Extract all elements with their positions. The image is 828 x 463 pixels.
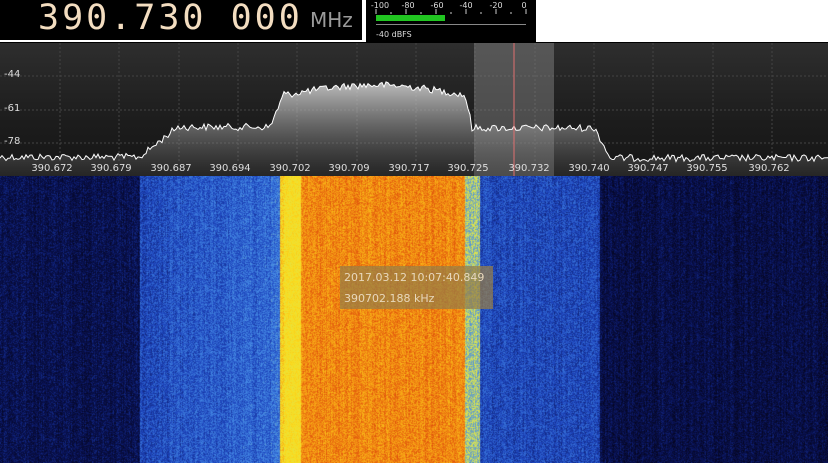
db-label: -61 — [4, 103, 21, 114]
freq-label: 390.672 — [31, 163, 73, 174]
freq-label: 390.732 — [508, 163, 550, 174]
freq-label: 390.694 — [209, 163, 251, 174]
signal-level-bar — [376, 15, 445, 21]
spectrum-graph — [0, 43, 828, 176]
db-label: -78 — [4, 136, 21, 147]
freq-label: 390.762 — [748, 163, 790, 174]
db-label: -44 — [4, 69, 21, 80]
spectrum-fill — [0, 81, 828, 176]
freq-label: 390.702 — [269, 163, 311, 174]
freq-label: 390.740 — [568, 163, 610, 174]
tooltip-frequency: 390702.188 kHz — [344, 292, 435, 305]
frequency-unit: MHz — [310, 8, 353, 32]
freq-label: 390.717 — [388, 163, 430, 174]
waterfall-display[interactable] — [0, 176, 828, 463]
freq-label: 390.755 — [686, 163, 728, 174]
signal-meter: -100 -80 -60 -40 -20 0 -40 dBFS — [366, 0, 536, 42]
freq-label: 390.709 — [328, 163, 370, 174]
waterfall-tooltip: 2017.03.12 10:07:40.849 390702.188 kHz — [340, 266, 493, 309]
freq-label: 390.687 — [150, 163, 192, 174]
freq-label: 390.679 — [90, 163, 132, 174]
frequency-value[interactable]: 390.730 000 — [38, 0, 303, 38]
frequency-display[interactable]: 390.730 000 MHz — [0, 0, 362, 40]
top-bar: 390.730 000 MHz -100 -80 -60 -40 -20 0 -… — [0, 0, 828, 42]
tooltip-time: 2017.03.12 10:07:40.849 — [344, 271, 485, 284]
signal-readout: -40 dBFS — [376, 30, 412, 39]
freq-label: 390.747 — [627, 163, 669, 174]
meter-baseline — [376, 24, 526, 25]
freq-label: 390.725 — [447, 163, 489, 174]
spectrum-plot[interactable]: -44 -61 -78 390.672 390.679 390.687 390.… — [0, 43, 828, 176]
